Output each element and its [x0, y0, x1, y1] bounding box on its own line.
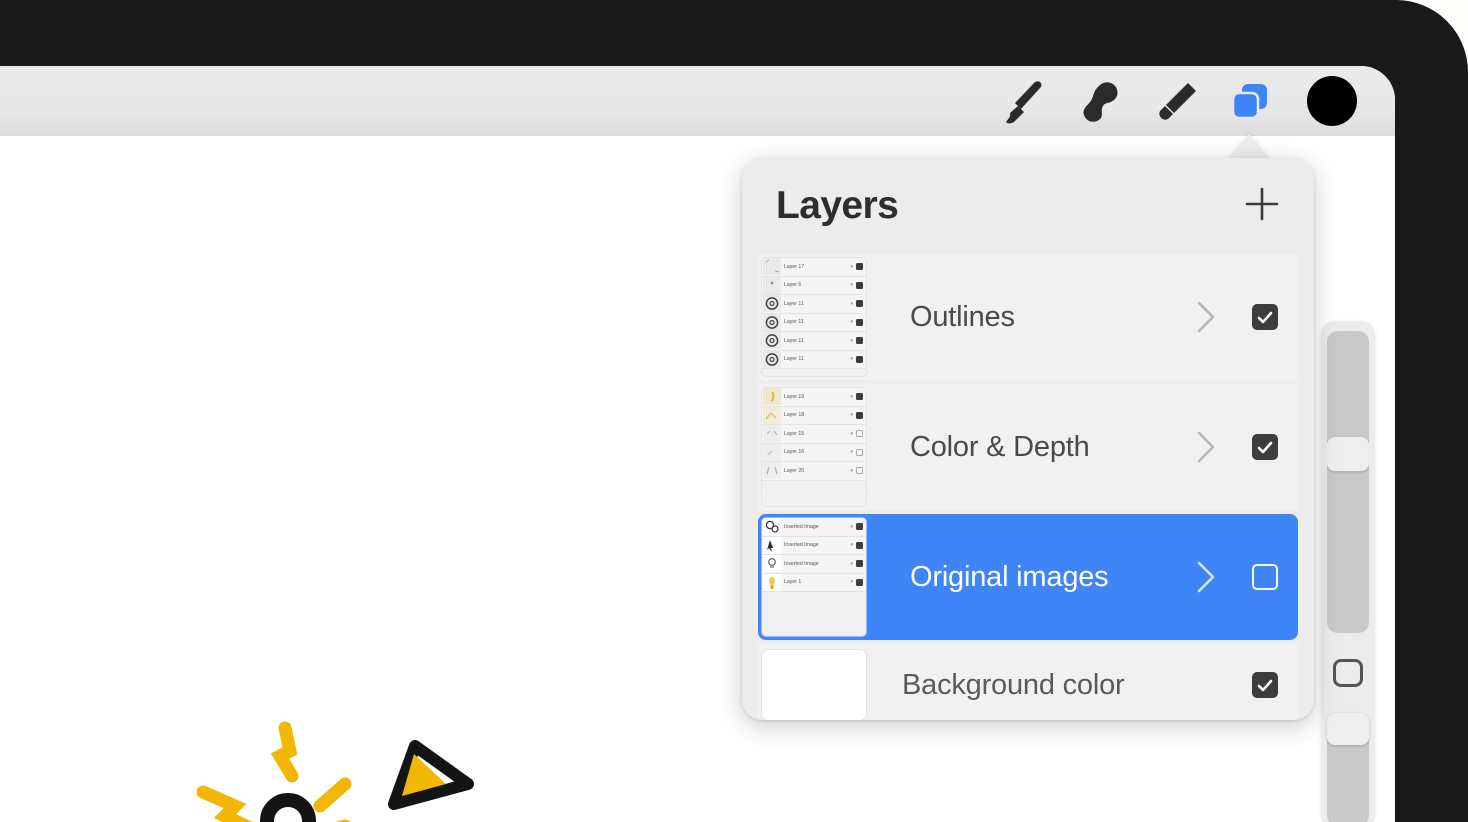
- layer-group-name: Outlines: [910, 300, 1015, 333]
- layers-list: Layer 17 ▾ Layer 6 ▾ Layer 11 ▾ Layer 11 ▾ L…: [742, 254, 1314, 720]
- layer-group-row[interactable]: Layer 17 ▾ Layer 6 ▾ Layer 11 ▾ Layer 11 ▾ L…: [758, 254, 1298, 380]
- sublayer-name: Layer 16: [784, 449, 805, 456]
- layers-icon: [1223, 73, 1279, 129]
- brush-size-slider-thumb[interactable]: [1327, 437, 1369, 471]
- tool-smudge[interactable]: [1061, 70, 1137, 132]
- eraser-icon: [1147, 73, 1203, 129]
- layers-panel-header: Layers: [742, 158, 1314, 254]
- device-screen: Layers Layer 17 ▾ Layer 6 ▾ Layer 11 ▾ L…: [0, 66, 1395, 822]
- sublayer-name: Layer 17: [784, 263, 805, 270]
- smudge-icon: [1071, 73, 1127, 129]
- layer-group-row-selected[interactable]: Inserted Image ▾ Inserted Image ▾ Inserted…: [758, 514, 1298, 640]
- sublayer-name: Layer 20: [784, 467, 805, 474]
- sublayer-name: Layer 19: [784, 393, 805, 400]
- top-toolbar: [0, 66, 1395, 136]
- tool-brush[interactable]: [985, 70, 1061, 132]
- rounded-square-icon[interactable]: [1333, 658, 1363, 688]
- color-swatch-icon[interactable]: [1307, 76, 1357, 126]
- artwork-pointing-hand: [196, 721, 352, 822]
- sublayer-name: Layer 11: [784, 356, 804, 363]
- layer-group-thumbnail: Layer 19 ▾ Layer 18 ▾ Layer 15 ▾ Layer 16 ▾ …: [762, 388, 866, 506]
- brush-size-slider[interactable]: [1327, 331, 1369, 633]
- add-layer-button[interactable]: [1240, 184, 1284, 228]
- brush-opacity-slider-thumb[interactable]: [1327, 713, 1369, 746]
- chevron-right-icon[interactable]: [1186, 300, 1226, 334]
- layers-panel: Layers Layer 17 ▾ Layer 6 ▾ Layer 11 ▾ L…: [742, 158, 1314, 720]
- layer-visibility-checkbox[interactable]: [1252, 304, 1278, 330]
- paintbrush-icon: [995, 73, 1051, 129]
- background-color-label: Background color: [902, 668, 1125, 701]
- popover-caret: [1227, 134, 1271, 160]
- sublayer-name: Layer 18: [784, 412, 805, 419]
- tool-layers[interactable]: [1213, 70, 1289, 132]
- sublayer-name: Layer 6: [784, 282, 802, 289]
- layer-group-thumbnail: Layer 17 ▾ Layer 6 ▾ Layer 11 ▾ Layer 11 ▾ L…: [762, 258, 866, 376]
- background-visibility-checkbox[interactable]: [1252, 672, 1278, 698]
- layer-visibility-checkbox[interactable]: [1252, 564, 1278, 590]
- brush-opacity-slider[interactable]: [1327, 713, 1369, 822]
- sublayer-name: Layer 11: [784, 337, 804, 344]
- sublayer-name: Inserted Image: [784, 560, 819, 567]
- layer-group-row[interactable]: Layer 19 ▾ Layer 18 ▾ Layer 15 ▾ Layer 16 ▾ …: [758, 384, 1298, 510]
- plus-icon: [1242, 184, 1282, 229]
- sublayer-name: Inserted Image: [784, 523, 819, 530]
- background-color-row[interactable]: Background color: [758, 644, 1298, 720]
- tool-eraser[interactable]: [1137, 70, 1213, 132]
- page-title: Layers: [776, 184, 899, 227]
- background-color-swatch[interactable]: [762, 650, 866, 720]
- layer-visibility-checkbox[interactable]: [1252, 434, 1278, 460]
- sublayer-name: Inserted Image: [784, 542, 819, 549]
- side-rail: [1321, 321, 1375, 822]
- layer-group-thumbnail: Inserted Image ▾ Inserted Image ▾ Inserted…: [762, 518, 866, 636]
- sublayer-name: Layer 11: [784, 319, 804, 326]
- sublayer-name: Layer 15: [784, 430, 805, 437]
- layer-group-name: Color & Depth: [910, 430, 1090, 463]
- app-root: Layers Layer 17 ▾ Layer 6 ▾ Layer 11 ▾ L…: [0, 0, 1468, 822]
- layer-group-name: Original images: [910, 560, 1109, 593]
- chevron-right-icon[interactable]: [1186, 560, 1226, 594]
- artwork-triangle-arrow: [388, 740, 474, 810]
- chevron-right-icon[interactable]: [1186, 430, 1226, 464]
- sublayer-name: Layer 11: [784, 300, 804, 307]
- sublayer-name: Layer 1: [784, 579, 802, 586]
